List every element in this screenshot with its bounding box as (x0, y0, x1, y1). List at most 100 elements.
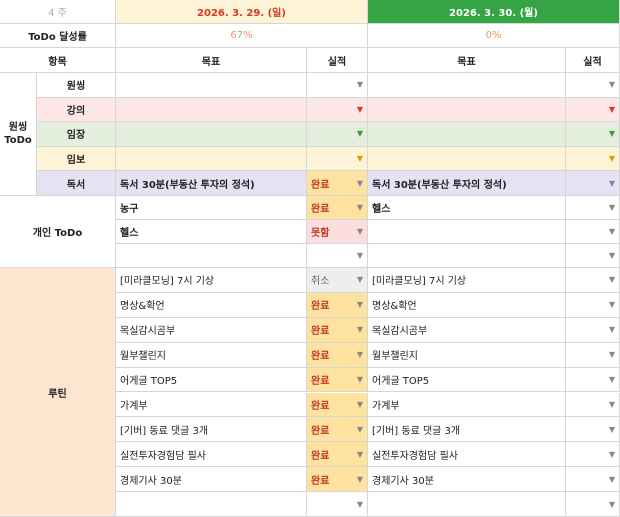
chevron-down-icon[interactable]: ▼ (609, 375, 615, 384)
day2-routine-status-dropdown[interactable]: ▼ (566, 367, 620, 393)
chevron-down-icon[interactable]: ▼ (609, 350, 615, 359)
day2-routine-status-dropdown[interactable]: ▼ (566, 317, 620, 343)
day2-wonssing-status-dropdown[interactable]: ▼ (566, 171, 620, 196)
chevron-down-icon[interactable]: ▼ (357, 475, 363, 484)
day2-routine-goal[interactable]: [기버] 동료 댓글 3개 (368, 417, 566, 443)
day1-routine-status-dropdown[interactable]: 완료 ▼ (307, 342, 368, 368)
day1-routine-status-dropdown[interactable]: 완료 ▼ (307, 467, 368, 493)
chevron-down-icon[interactable]: ▼ (609, 275, 615, 284)
day1-routine-status-dropdown[interactable]: 완료 ▼ (307, 292, 368, 318)
day1-routine-goal[interactable]: 목실감시곰부 (116, 317, 307, 343)
day2-routine-goal[interactable]: 가계부 (368, 392, 566, 418)
day1-wonssing-goal[interactable] (116, 73, 307, 98)
day2-wonssing-goal[interactable] (368, 122, 566, 147)
day1-wonssing-goal[interactable]: 독서 30분(부동산 투자의 정석) (116, 171, 307, 196)
day2-routine-status-dropdown[interactable]: ▼ (566, 268, 620, 293)
chevron-down-icon[interactable]: ▼ (609, 425, 615, 434)
day1-routine-status-dropdown[interactable]: 취소 ▼ (307, 268, 368, 293)
day1-routine-status-dropdown[interactable]: 완료 ▼ (307, 442, 368, 468)
chevron-down-icon[interactable]: ▼ (609, 500, 615, 509)
day1-personal-status-dropdown[interactable]: 완료 ▼ (307, 196, 368, 220)
day2-routine-status-dropdown[interactable]: ▼ (566, 467, 620, 493)
day2-wonssing-status-dropdown[interactable]: ▼ (566, 73, 620, 98)
day1-routine-goal[interactable]: [미라클모닝] 7시 기상 (116, 268, 307, 293)
day2-wonssing-goal[interactable]: 독서 30분(부동산 투자의 정석) (368, 171, 566, 196)
day2-routine-goal[interactable]: [미라클모닝] 7시 기상 (368, 268, 566, 293)
chevron-down-icon[interactable]: ▼ (357, 105, 363, 114)
chevron-down-icon[interactable]: ▼ (609, 105, 615, 114)
chevron-down-icon[interactable]: ▼ (357, 251, 363, 260)
chevron-down-icon[interactable]: ▼ (357, 300, 363, 309)
day1-routine-status-dropdown[interactable]: 완료 ▼ (307, 392, 368, 418)
day2-routine-goal[interactable]: 경제기사 30분 (368, 467, 566, 493)
day1-personal-goal[interactable] (116, 244, 307, 268)
chevron-down-icon[interactable]: ▼ (609, 251, 615, 260)
day2-achieve-pct[interactable]: 0% (368, 24, 620, 48)
chevron-down-icon[interactable]: ▼ (357, 450, 363, 459)
day2-routine-status-dropdown[interactable]: ▼ (566, 292, 620, 318)
day2-routine-goal[interactable]: 목실감시곰부 (368, 317, 566, 343)
day1-personal-goal[interactable]: 농구 (116, 196, 307, 220)
chevron-down-icon[interactable]: ▼ (357, 80, 363, 89)
chevron-down-icon[interactable]: ▼ (609, 80, 615, 89)
day1-routine-goal[interactable]: 월부챌린지 (116, 342, 307, 368)
day2-wonssing-status-dropdown[interactable]: ▼ (566, 122, 620, 147)
chevron-down-icon[interactable]: ▼ (609, 227, 615, 236)
day1-wonssing-status-dropdown[interactable]: ▼ (307, 122, 368, 147)
day2-wonssing-status-dropdown[interactable]: ▼ (566, 97, 620, 123)
chevron-down-icon[interactable]: ▼ (357, 275, 363, 284)
chevron-down-icon[interactable]: ▼ (609, 203, 615, 212)
day1-date-header[interactable]: 2026. 3. 29. (일) (116, 0, 368, 24)
day2-routine-goal[interactable]: 월부챌린지 (368, 342, 566, 368)
day2-wonssing-status-dropdown[interactable]: ▼ (566, 146, 620, 172)
chevron-down-icon[interactable]: ▼ (609, 450, 615, 459)
day1-wonssing-status-dropdown[interactable]: 완료 ▼ (307, 171, 368, 196)
day2-personal-goal[interactable] (368, 244, 566, 268)
chevron-down-icon[interactable]: ▼ (609, 154, 615, 163)
chevron-down-icon[interactable]: ▼ (357, 154, 363, 163)
day1-personal-status-dropdown[interactable]: ▼ (307, 244, 368, 268)
day1-routine-goal[interactable]: 실전투자경험담 필사 (116, 442, 307, 468)
day2-routine-status-dropdown[interactable]: ▼ (566, 417, 620, 443)
day2-routine-status-dropdown[interactable]: ▼ (566, 342, 620, 368)
chevron-down-icon[interactable]: ▼ (609, 325, 615, 334)
day1-wonssing-status-dropdown[interactable]: ▼ (307, 97, 368, 123)
day1-routine-status-dropdown[interactable]: ▼ (307, 492, 368, 517)
day1-personal-goal[interactable]: 헬스 (116, 220, 307, 244)
chevron-down-icon[interactable]: ▼ (609, 129, 615, 138)
day2-routine-status-dropdown[interactable]: ▼ (566, 492, 620, 517)
chevron-down-icon[interactable]: ▼ (357, 227, 363, 236)
chevron-down-icon[interactable]: ▼ (357, 400, 363, 409)
day1-routine-status-dropdown[interactable]: 완료 ▼ (307, 317, 368, 343)
day1-wonssing-goal[interactable] (116, 122, 307, 147)
day1-routine-goal[interactable]: 어게글 TOP5 (116, 367, 307, 393)
day1-routine-goal[interactable]: 가계부 (116, 392, 307, 418)
day2-personal-status-dropdown[interactable]: ▼ (566, 244, 620, 268)
chevron-down-icon[interactable]: ▼ (357, 325, 363, 334)
day1-achieve-pct[interactable]: 67% (116, 24, 368, 48)
day1-personal-status-dropdown[interactable]: 못함 ▼ (307, 220, 368, 244)
day1-wonssing-status-dropdown[interactable]: ▼ (307, 146, 368, 172)
day1-routine-goal[interactable] (116, 492, 307, 517)
day2-personal-goal[interactable]: 헬스 (368, 196, 566, 220)
day2-routine-goal[interactable] (368, 492, 566, 517)
chevron-down-icon[interactable]: ▼ (609, 475, 615, 484)
day2-routine-goal[interactable]: 명상&확언 (368, 292, 566, 318)
day1-wonssing-goal[interactable] (116, 97, 307, 123)
day2-wonssing-goal[interactable] (368, 73, 566, 98)
day2-personal-status-dropdown[interactable]: ▼ (566, 220, 620, 244)
day2-wonssing-goal[interactable] (368, 97, 566, 123)
day2-personal-goal[interactable] (368, 220, 566, 244)
day2-routine-status-dropdown[interactable]: ▼ (566, 442, 620, 468)
day1-routine-goal[interactable]: [기버] 동료 댓글 3개 (116, 417, 307, 443)
chevron-down-icon[interactable]: ▼ (357, 179, 363, 188)
day2-personal-status-dropdown[interactable]: ▼ (566, 196, 620, 220)
chevron-down-icon[interactable]: ▼ (609, 300, 615, 309)
chevron-down-icon[interactable]: ▼ (357, 129, 363, 138)
chevron-down-icon[interactable]: ▼ (357, 375, 363, 384)
day1-routine-status-dropdown[interactable]: 완료 ▼ (307, 417, 368, 443)
chevron-down-icon[interactable]: ▼ (357, 350, 363, 359)
chevron-down-icon[interactable]: ▼ (609, 179, 615, 188)
day2-routine-status-dropdown[interactable]: ▼ (566, 392, 620, 418)
day1-routine-goal[interactable]: 경제기사 30분 (116, 467, 307, 493)
